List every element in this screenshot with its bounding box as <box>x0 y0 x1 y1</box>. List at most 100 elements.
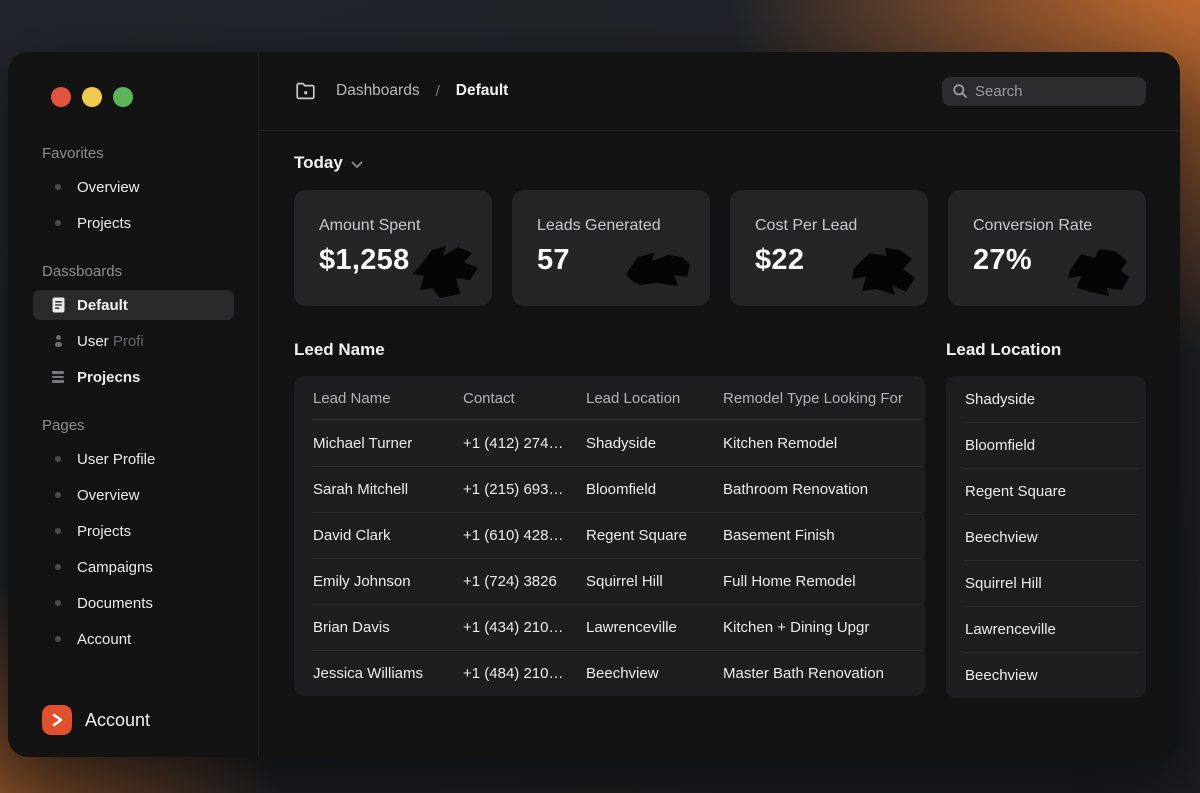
sidebar-item-label: Projects <box>77 522 132 540</box>
table-row[interactable]: Brian Davis +1 (434) 210… Lawrenceville … <box>294 604 925 650</box>
list-item[interactable]: Regent Square <box>946 468 1146 514</box>
bullet-icon <box>50 636 66 642</box>
sidebar-item-projects-favorites[interactable]: Projects <box>8 205 258 241</box>
stat-label: Cost Per Lead <box>755 217 858 234</box>
list-item[interactable]: Beechview <box>946 514 1146 560</box>
leads-table: Lead Name Contact Lead Location Remodel … <box>294 376 925 696</box>
list-item[interactable]: Bloomfield <box>946 422 1146 468</box>
contact-cell: +1 (610) 428… <box>463 526 564 544</box>
chevron-down-icon <box>351 161 363 169</box>
remodel-type-cell: Bathroom Renovation <box>723 480 869 498</box>
lead-location-cell: Beechview <box>586 664 659 682</box>
sidebar-item-user-profile[interactable]: User Profile <box>8 441 258 477</box>
sidebar-item-overview-pages[interactable]: Overview <box>8 477 258 513</box>
favorites-section-label: Favorites <box>42 145 104 162</box>
lead-name-cell: David Clark <box>313 526 391 544</box>
table-row[interactable]: David Clark +1 (610) 428… Regent Square … <box>294 512 925 558</box>
sidebar-item-label: Documents <box>77 594 153 612</box>
redaction-scribble <box>626 253 690 286</box>
pages-section-label: Pages <box>42 417 85 434</box>
app-window: Favorites Overview Projects Dassboards D… <box>8 52 1180 757</box>
column-header: Remodel Type Looking For <box>723 389 903 407</box>
period-label: Today <box>294 153 343 172</box>
breadcrumb-parent[interactable]: Dashboards <box>336 82 420 100</box>
list-item[interactable]: Squirrel Hill <box>946 560 1146 606</box>
redaction-scribble <box>1068 249 1129 296</box>
sidebar-item-campaigns[interactable]: Campaigns <box>8 549 258 585</box>
bullet-icon <box>50 220 66 226</box>
table-row[interactable]: Michael Turner +1 (412) 274… Shadyside K… <box>294 420 925 466</box>
stat-card-amount-spent: Amount Spent $1,258 <box>294 190 492 306</box>
remodel-type-cell: Master Bath Renovation <box>723 664 884 682</box>
sidebar-item-user-profile-dashboard[interactable]: User Profi <box>8 323 258 359</box>
lead-name-cell: Emily Johnson <box>313 572 411 590</box>
sidebar-item-label: User Profi <box>77 332 144 350</box>
lead-name-cell: Brian Davis <box>313 618 390 636</box>
search-icon <box>952 83 968 99</box>
leads-table-title: Leed Name <box>294 340 385 359</box>
minimize-window-button[interactable] <box>82 87 102 107</box>
sidebar-item-projects-dashboard[interactable]: Projecns <box>8 359 258 395</box>
list-item[interactable]: Lawrenceville <box>946 606 1146 652</box>
remodel-type-cell: Kitchen + Dining Upgr <box>723 618 870 636</box>
contact-cell: +1 (484) 210… <box>463 664 564 682</box>
remodel-type-cell: Kitchen Remodel <box>723 434 838 452</box>
column-header: Contact <box>463 389 515 407</box>
leads-table-section: Leed Name Lead Name Contact Lead Locatio… <box>294 340 925 698</box>
lead-location-title: Lead Location <box>946 340 1062 359</box>
document-icon <box>50 297 66 313</box>
redaction-scribble <box>412 246 478 298</box>
table-row[interactable]: Sarah Mitchell +1 (215) 693… Bloomfield … <box>294 466 925 512</box>
lead-location-cell: Regent Square <box>586 526 687 544</box>
sidebar-item-label: User Profile <box>77 450 156 468</box>
sidebar-item-label: Campaigns <box>77 558 153 576</box>
search-box[interactable] <box>942 76 1146 106</box>
sidebar-item-label: Account <box>77 630 132 648</box>
list-icon <box>50 371 66 383</box>
window-controls <box>8 52 258 107</box>
table-row[interactable]: Jessica Williams +1 (484) 210… Beechview… <box>294 650 925 696</box>
list-item[interactable]: Beechview <box>946 652 1146 698</box>
breadcrumb-current: Default <box>455 82 509 99</box>
period-selector[interactable]: Today <box>294 153 1146 173</box>
lead-name-cell: Jessica Williams <box>313 664 424 682</box>
lead-name-cell: Michael Turner <box>313 434 413 452</box>
dashboard-content: Today Amount Spent $1,258 Leads Generate… <box>259 131 1180 757</box>
stat-label: Leads Generated <box>537 217 661 234</box>
search-input[interactable] <box>975 82 1136 100</box>
topbar: Dashboards / Default <box>259 52 1180 131</box>
bullet-icon <box>50 456 66 462</box>
close-window-button[interactable] <box>51 87 71 107</box>
sidebar-item-label: Overview <box>77 486 140 504</box>
selected-item-highlight: Default <box>33 290 234 320</box>
stat-label: Conversion Rate <box>973 217 1093 234</box>
bullet-icon <box>50 492 66 498</box>
bullet-icon <box>50 564 66 570</box>
maximize-window-button[interactable] <box>113 87 133 107</box>
stat-card-conversion-rate: Conversion Rate 27% <box>948 190 1146 306</box>
sidebar-item-overview-favorites[interactable]: Overview <box>8 169 258 205</box>
contact-cell: +1 (724) 3826 <box>463 572 557 590</box>
account-footer[interactable]: Account <box>42 705 150 735</box>
lead-name-cell: Sarah Mitchell <box>313 480 409 498</box>
sidebar-item-account[interactable]: Account <box>8 621 258 657</box>
sidebar-item-default[interactable]: Default <box>8 287 258 323</box>
lead-location-cell: Squirrel Hill <box>586 572 663 590</box>
lead-location-list: Shadyside Bloomfield Regent Square Beech… <box>946 376 1146 698</box>
list-item[interactable]: Shadyside <box>946 376 1146 422</box>
column-header: Lead Name <box>313 389 391 407</box>
stat-card-leads-generated: Leads Generated 57 <box>512 190 710 306</box>
table-row[interactable]: Emily Johnson +1 (724) 3826 Squirrel Hil… <box>294 558 925 604</box>
lead-location-cell: Lawrenceville <box>586 618 677 636</box>
sidebar-item-projects-pages[interactable]: Projects <box>8 513 258 549</box>
sidebar-item-label: Projecns <box>77 368 141 386</box>
person-icon <box>50 335 66 347</box>
bottom-row: Leed Name Lead Name Contact Lead Locatio… <box>294 340 1146 698</box>
bullet-icon <box>50 184 66 190</box>
desktop-background: Favorites Overview Projects Dassboards D… <box>0 0 1200 793</box>
sidebar: Favorites Overview Projects Dassboards D… <box>8 52 259 757</box>
stat-label: Amount Spent <box>319 217 421 234</box>
sidebar-item-documents[interactable]: Documents <box>8 585 258 621</box>
sidebar-item-label: Overview <box>77 178 140 196</box>
lead-location-section: Lead Location Shadyside Bloomfield Regen… <box>946 340 1146 698</box>
